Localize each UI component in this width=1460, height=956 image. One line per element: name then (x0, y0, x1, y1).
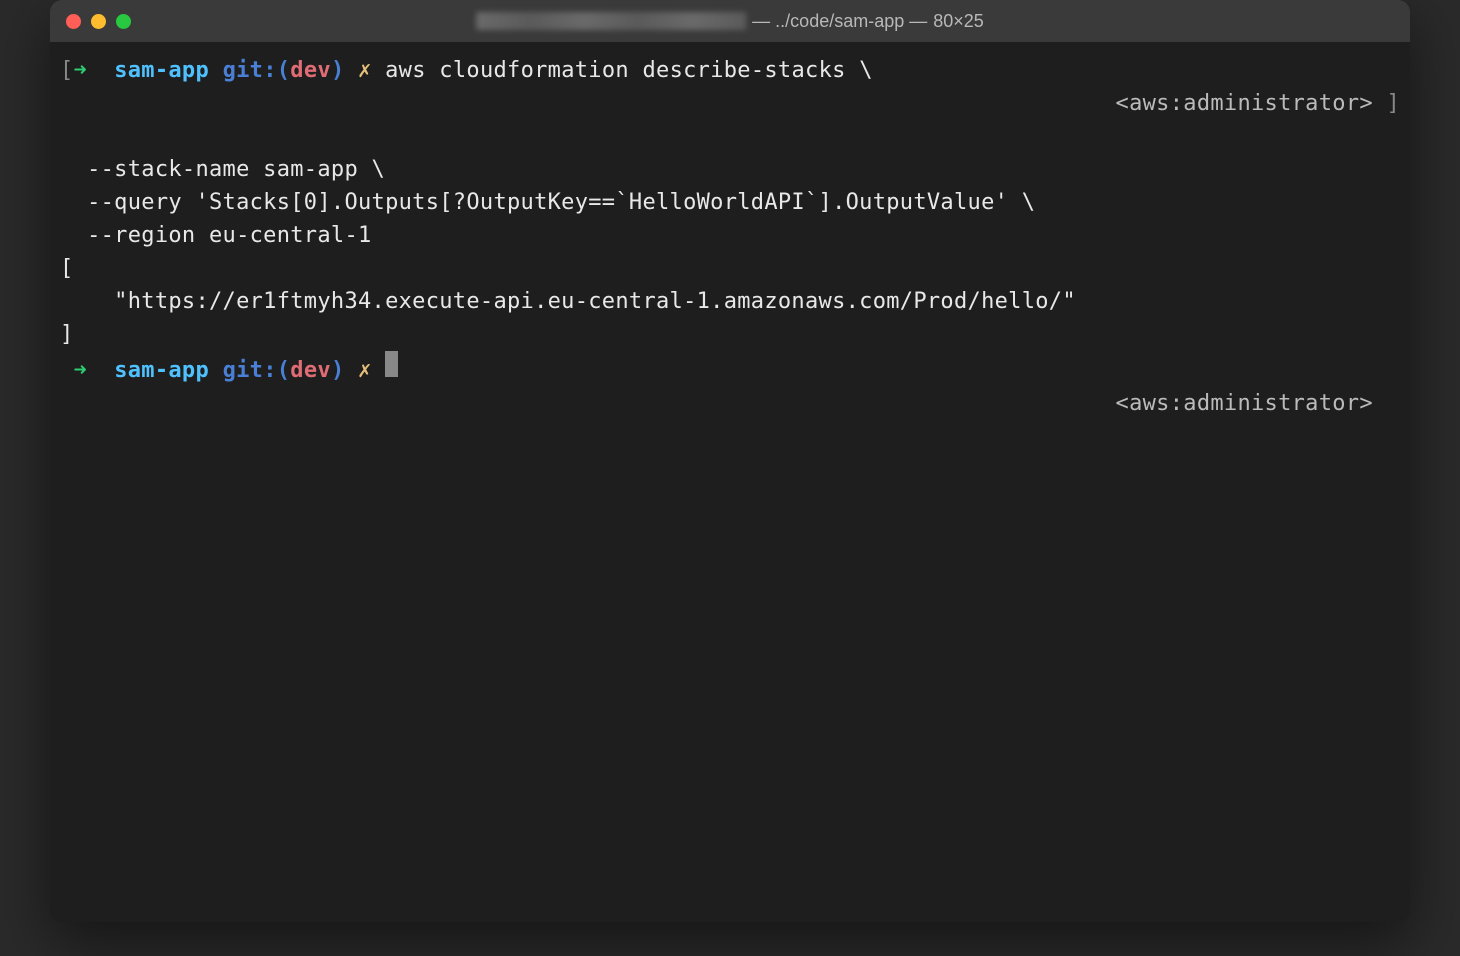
titlebar: — ../code/sam-app — 80×25 (50, 0, 1410, 42)
terminal-window: — ../code/sam-app — 80×25 [➜ sam-app git… (50, 0, 1410, 922)
command-text-4: --region eu-central-1 (60, 219, 1400, 252)
aws-profile-badge: <aws:administrator> (1116, 391, 1373, 416)
minimize-button[interactable] (91, 14, 106, 29)
output-close-bracket: ] (60, 318, 1400, 351)
git-close-paren: ) (331, 354, 345, 387)
command-text-1: aws cloudformation describe-stacks \ (385, 54, 873, 87)
prompt-arrow-icon: ➜ (74, 54, 88, 87)
output-value: "https://er1ftmyh34.execute-api.eu-centr… (60, 285, 1400, 318)
window-title: — ../code/sam-app — 80×25 (476, 11, 984, 32)
title-blurred-portion (476, 12, 746, 30)
prompt-arrow-icon: ➜ (74, 354, 88, 387)
git-label: git: (223, 54, 277, 87)
cursor[interactable] (385, 351, 398, 377)
git-branch: dev (290, 54, 331, 87)
close-button[interactable] (66, 14, 81, 29)
git-label: git: (223, 354, 277, 387)
git-close-paren: ) (331, 54, 345, 87)
window-controls (66, 14, 131, 29)
output-open-bracket: [ (60, 252, 1400, 285)
terminal-body[interactable]: [➜ sam-app git:(dev) ✗ aws cloudformatio… (50, 42, 1410, 922)
title-path: — ../code/sam-app — (752, 11, 927, 32)
git-dirty-icon: ✗ (358, 354, 372, 387)
prompt-line-2: ➜ sam-app git:(dev) ✗ <aws:administrator… (60, 351, 1400, 453)
git-open-paren: ( (277, 54, 291, 87)
title-dimensions: 80×25 (933, 11, 984, 32)
aws-profile-badge: <aws:administrator> (1116, 91, 1373, 116)
prompt-line-1: [➜ sam-app git:(dev) ✗ aws cloudformatio… (60, 54, 1400, 153)
git-dirty-icon: ✗ (358, 54, 372, 87)
prompt-directory: sam-app (114, 354, 209, 387)
git-open-paren: ( (277, 354, 291, 387)
zoom-button[interactable] (116, 14, 131, 29)
command-text-3: --query 'Stacks[0].Outputs[?OutputKey==`… (60, 186, 1400, 219)
git-branch: dev (290, 354, 331, 387)
prompt-close-bracket: ] (1386, 91, 1400, 116)
command-text-2: --stack-name sam-app \ (60, 153, 1400, 186)
prompt-directory: sam-app (114, 54, 209, 87)
prompt-open-bracket: [ (60, 54, 74, 87)
